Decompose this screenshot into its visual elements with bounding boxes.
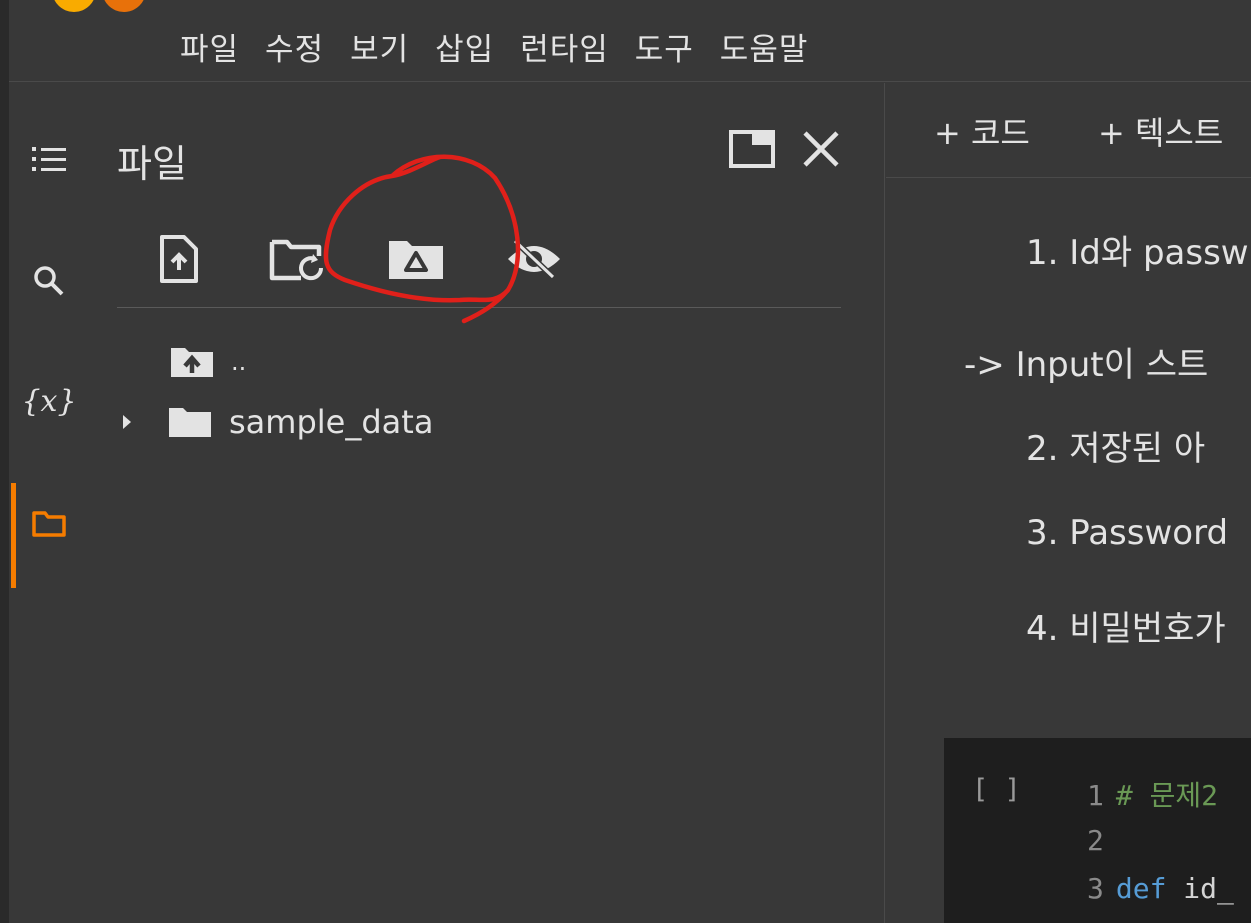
files-panel: 파일 .. sample_data [89,83,885,923]
run-cell-button[interactable]: [ ] [972,774,1021,805]
code-line: 2 [1087,824,1116,857]
mount-drive-button[interactable] [385,233,447,285]
colab-logo [54,0,144,12]
expand-arrow-icon[interactable] [119,411,135,433]
table-of-contents-button[interactable] [9,129,89,189]
file-item-parent[interactable]: .. [169,345,246,379]
markdown-line: 2. 저장된 아 [1026,429,1206,469]
menu-edit[interactable]: 수정 [265,24,324,69]
variables-button[interactable]: {x} [9,371,89,431]
search-button[interactable] [9,251,89,311]
close-icon [803,131,839,167]
open-in-tab-button[interactable] [725,125,779,173]
header: 파일 수정 보기 삽입 런타임 도구 도움말 [9,0,1251,82]
upload-file-button[interactable] [153,231,205,287]
code-cell[interactable]: [ ] 1 # 문제2 2 3 def id_ [944,738,1251,923]
menu-bar: 파일 수정 보기 삽입 런타임 도구 도움말 [180,24,808,69]
toolbar-divider [117,307,841,308]
code-identifier: id_ [1166,872,1234,905]
open-in-tab-icon [729,130,775,168]
menu-tools[interactable]: 도구 [635,24,694,69]
markdown-line: 1. Id와 passw [1026,233,1249,273]
menu-view[interactable]: 보기 [350,24,409,69]
folder-icon [169,408,211,437]
file-item-sample-data[interactable]: sample_data [119,403,433,441]
mount-drive-icon [389,241,443,279]
code-line: 1 # 문제2 [1087,774,1218,814]
notebook-toolbar: + 코드 + 텍스트 [886,83,1251,178]
menu-help[interactable]: 도움말 [720,24,809,69]
markdown-line: 4. 비밀번호가 [1026,609,1226,649]
code-keyword: def [1115,872,1167,905]
visibility-off-icon [508,238,560,280]
folder-outline-icon [32,511,66,537]
notebook-area: + 코드 + 텍스트 1. Id와 passw -> Input이 스트 2. … [886,83,1251,923]
line-number: 2 [1087,824,1104,857]
window-edge [0,0,9,923]
code-line: 3 def id_ [1087,872,1234,905]
menu-insert[interactable]: 삽입 [435,24,494,69]
close-panel-button[interactable] [797,125,845,173]
search-icon [34,266,64,296]
add-text-button[interactable]: + 텍스트 [1098,108,1223,154]
hide-files-button[interactable] [503,233,565,285]
refresh-folder-button[interactable] [267,233,329,285]
line-number: 1 [1087,779,1104,812]
line-number: 3 [1087,872,1104,905]
markdown-line: -> Input이 스트 [964,345,1209,385]
variables-icon: {x} [21,383,77,419]
table-of-contents-icon [32,147,66,171]
refresh-folder-icon [269,239,324,281]
menu-runtime[interactable]: 런타임 [520,24,609,69]
file-item-label: sample_data [229,403,434,441]
add-code-button[interactable]: + 코드 [934,108,1030,154]
upload-file-icon [160,235,198,283]
file-item-label: .. [231,348,247,376]
markdown-line: 3. Password [1026,513,1229,553]
parent-folder-icon [171,348,213,377]
sidebar-rail: {x} [9,83,89,923]
colab-window: 파일 수정 보기 삽입 런타임 도구 도움말 {x} 파일 .. sample_… [0,0,1251,923]
code-comment: # 문제2 [1115,779,1218,812]
menu-file[interactable]: 파일 [180,24,239,69]
files-button[interactable] [9,483,89,588]
panel-title: 파일 [117,142,187,186]
